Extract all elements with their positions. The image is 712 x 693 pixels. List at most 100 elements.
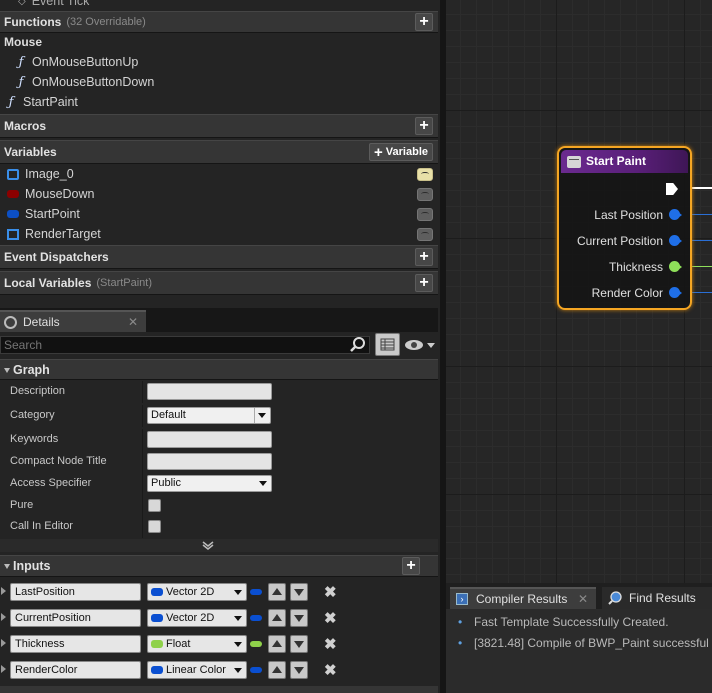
inputs-section-header[interactable]: Inputs + [0,555,438,577]
struct-pin-icon[interactable] [669,235,682,246]
variable-item-rendertarget[interactable]: RenderTarget [0,224,438,244]
eye-hidden-icon[interactable] [417,207,433,221]
column-divider [142,429,143,451]
pin-last-position[interactable]: Last Position [594,208,682,222]
variable-item-startpoint[interactable]: StartPoint [0,204,438,224]
outputs-section-header[interactable] [0,686,438,693]
keywords-input[interactable] [147,431,272,448]
function-item-startpaint[interactable]: ƒ StartPaint [0,92,438,112]
event-tick-item[interactable]: ◇ Event Tick [0,0,438,11]
macros-title: Macros [4,119,47,133]
input-type-dropdown[interactable]: Float [147,635,247,653]
log-message[interactable]: [3821.48] Compile of BWP_Paint successfu… [458,636,709,650]
add-input-button[interactable]: + [402,557,420,575]
move-up-button[interactable] [268,583,286,601]
remove-input-button[interactable]: ✖ [324,583,337,601]
close-icon[interactable]: ✕ [128,315,138,329]
log-message[interactable]: Fast Template Successfully Created. [458,615,669,629]
graph-section-header[interactable]: Graph [0,359,438,380]
add-event-dispatcher-button[interactable]: + [415,248,433,266]
category-dropdown[interactable]: Default [147,407,271,424]
container-type-icon[interactable] [250,667,262,673]
input-name-field[interactable]: RenderColor [10,661,141,679]
remove-input-button[interactable]: ✖ [324,635,337,653]
container-type-icon[interactable] [250,615,262,621]
event-dispatchers-header[interactable]: Event Dispatchers + [0,245,438,269]
move-up-button[interactable] [268,635,286,653]
remove-input-button[interactable]: ✖ [324,609,337,627]
data-wire[interactable] [692,240,712,241]
expand-arrow-icon[interactable] [1,665,10,673]
input-type-dropdown[interactable]: Vector 2D [147,583,247,601]
add-function-button[interactable]: + [415,13,433,31]
tab-find-results[interactable]: Find Results [602,587,712,609]
pin-render-color[interactable]: Render Color [592,286,682,300]
access-specifier-value: Public [151,477,181,489]
compact-node-title-input[interactable] [147,453,272,470]
input-name-field[interactable]: LastPosition [10,583,141,601]
move-down-button[interactable] [290,609,308,627]
advanced-expander[interactable] [0,539,438,552]
tab-details[interactable]: Details ✕ [0,310,146,332]
variable-item-image0[interactable]: Image_0 [0,164,438,184]
functions-header[interactable]: Functions (32 Overridable) + [0,11,438,33]
struct-pin-icon[interactable] [669,287,682,298]
input-type-dropdown[interactable]: Vector 2D [147,609,247,627]
variable-item-mousedown[interactable]: MouseDown [0,184,438,204]
input-name-field[interactable]: CurrentPosition [10,609,141,627]
macros-header[interactable]: Macros + [0,114,438,138]
pin-current-position[interactable]: Current Position [577,234,682,248]
input-type-value: Float [166,638,191,650]
remove-input-button[interactable]: ✖ [324,661,337,679]
pin-thickness[interactable]: Thickness [609,260,682,274]
move-down-button[interactable] [290,583,308,601]
event-dispatchers-title: Event Dispatchers [4,250,109,264]
input-name-field[interactable]: Thickness [10,635,141,653]
expand-arrow-icon[interactable] [1,587,10,595]
graph-editor-canvas[interactable]: Start Paint Last Position Current Positi… [446,0,712,583]
input-type-dropdown[interactable]: Linear Color [147,661,247,679]
call-in-editor-checkbox[interactable] [148,520,161,533]
add-variable-button[interactable]: + Variable [369,143,433,161]
move-down-button[interactable] [290,635,308,653]
data-wire[interactable] [692,292,712,293]
function-item-onmousebuttondown[interactable]: ƒ OnMouseButtonDown [0,72,438,92]
plus-icon: + [374,143,383,161]
start-paint-node[interactable]: Start Paint Last Position Current Positi… [557,146,692,310]
move-down-button[interactable] [290,661,308,679]
tab-compiler-results[interactable]: › Compiler Results ✕ [450,587,596,609]
eye-hidden-icon[interactable] [417,187,433,201]
move-up-button[interactable] [268,661,286,679]
collapse-arrow-icon [4,367,10,376]
details-search-input[interactable] [0,336,370,354]
add-local-variable-button[interactable]: + [415,274,433,292]
function-icon: ƒ [8,94,14,110]
pure-checkbox[interactable] [148,499,161,512]
property-matrix-button[interactable] [375,333,400,356]
expand-arrow-icon[interactable] [1,613,10,621]
data-wire[interactable] [692,266,712,267]
container-type-icon[interactable] [250,641,262,647]
eye-visible-icon[interactable] [417,167,433,181]
move-up-button[interactable] [268,609,286,627]
float-pin-icon[interactable] [669,261,682,272]
function-item-onmousebuttonup[interactable]: ƒ OnMouseButtonUp [0,52,438,72]
access-specifier-dropdown[interactable]: Public [147,475,272,492]
container-type-icon[interactable] [250,589,262,595]
exec-output-pin[interactable] [666,183,678,195]
close-icon[interactable]: ✕ [578,592,588,606]
struct-pin-icon[interactable] [669,209,682,220]
description-input[interactable] [147,383,272,400]
variables-header[interactable]: Variables + Variable [0,140,438,164]
view-options-button[interactable] [404,338,436,352]
property-label: Call In Editor [10,520,73,532]
function-group-mouse[interactable]: Mouse [0,33,438,51]
local-variables-header[interactable]: Local Variables (StartPaint) + [0,271,438,295]
exec-wire[interactable] [692,187,712,189]
property-pure: Pure [0,495,438,517]
data-wire[interactable] [692,214,712,215]
add-macro-button[interactable]: + [415,117,433,135]
log-message-text: Fast Template Successfully Created. [474,615,669,629]
eye-hidden-icon[interactable] [417,227,433,241]
expand-arrow-icon[interactable] [1,639,10,647]
